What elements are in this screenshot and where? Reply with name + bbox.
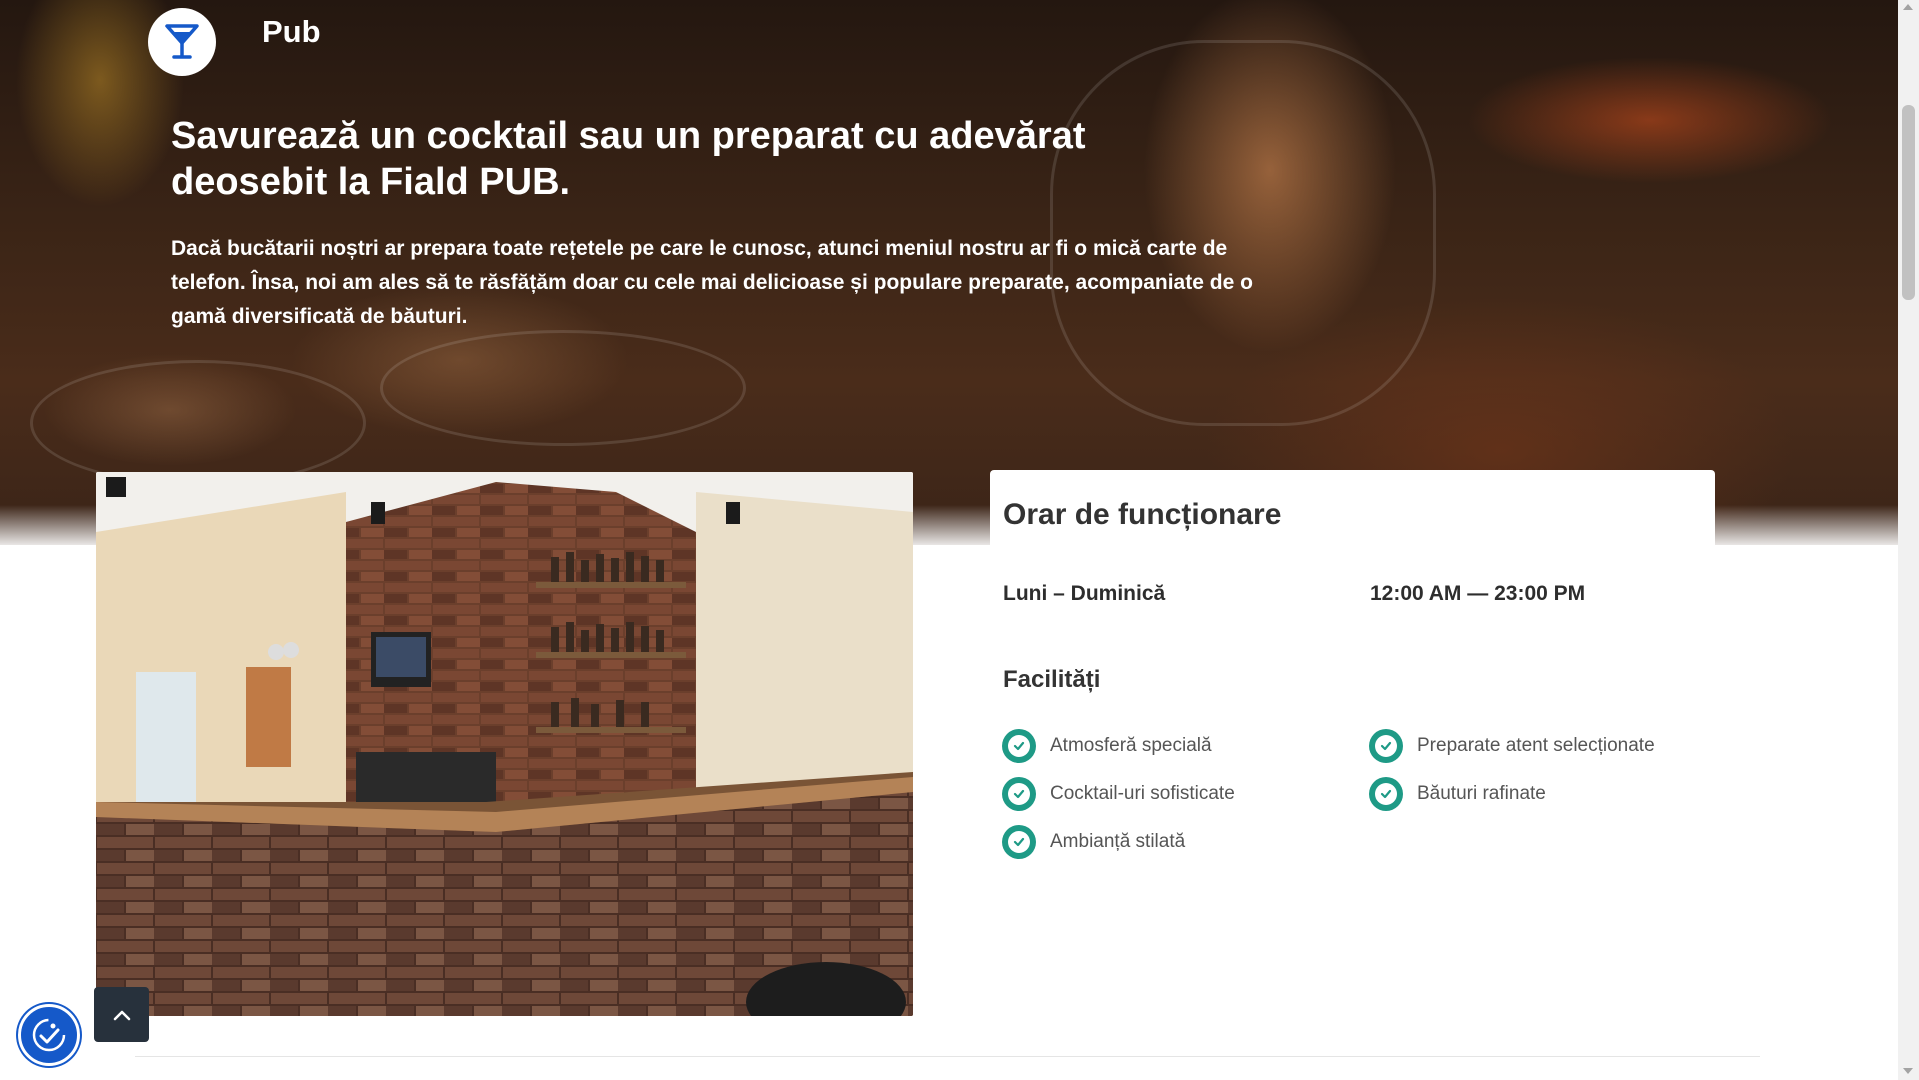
facilities-title: Facilități [1003, 666, 1101, 693]
facility-label: Atmosferă specială [1050, 735, 1212, 756]
glass-decoration [30, 360, 366, 486]
section-divider [135, 1056, 1760, 1057]
accessibility-button[interactable] [18, 1004, 80, 1066]
check-circle-icon [1002, 825, 1036, 859]
facility-item: Băuturi rafinate [1369, 777, 1546, 811]
scrollbar-thumb[interactable] [1902, 105, 1915, 300]
opening-days: Luni – Duminică [1003, 582, 1166, 605]
scroll-down-arrow[interactable] [1903, 1068, 1913, 1074]
hero-title: Savurează un cocktail sau un preparat cu… [171, 115, 1086, 203]
check-circle-icon [1369, 729, 1403, 763]
chevron-up-icon [113, 1010, 130, 1020]
logo[interactable] [148, 8, 216, 76]
glass-decoration [380, 330, 746, 446]
opening-time: 12:00 AM — 23:00 PM [1370, 582, 1586, 605]
check-circle-icon [1002, 777, 1036, 811]
facility-item: Preparate atent selecționate [1369, 729, 1655, 763]
facility-label: Preparate atent selecționate [1417, 735, 1655, 756]
facility-item: Ambianță stilată [1002, 825, 1185, 859]
pub-bar-photo [96, 472, 913, 1016]
facility-label: Ambianță stilată [1050, 831, 1186, 852]
facility-item: Cocktail-uri sofisticate [1002, 777, 1235, 811]
scroll-up-arrow[interactable] [1903, 4, 1913, 10]
accessibility-icon [32, 1018, 66, 1052]
opening-hours-title: Orar de funcționare [1003, 498, 1282, 531]
check-circle-icon [1369, 777, 1403, 811]
hero-description: Dacă bucătarii noștri ar prepara toate r… [171, 237, 1253, 328]
check-circle-icon [1002, 729, 1036, 763]
scrollbar[interactable] [1898, 0, 1919, 1080]
facility-label: Cocktail-uri sofisticate [1050, 783, 1235, 804]
facility-label: Băuturi rafinate [1417, 783, 1546, 804]
scroll-to-top-button[interactable] [94, 987, 149, 1042]
cocktail-glass-icon [165, 24, 199, 59]
brand-name[interactable]: Pub [262, 14, 321, 50]
facility-item: Atmosferă specială [1002, 729, 1212, 763]
